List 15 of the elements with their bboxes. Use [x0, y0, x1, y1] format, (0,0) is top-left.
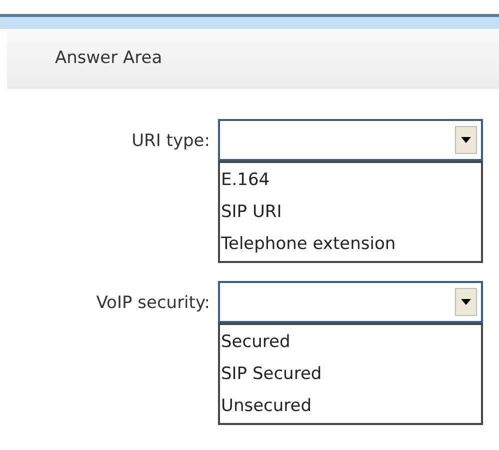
dropdown-button[interactable]	[455, 288, 477, 316]
dropdown-option[interactable]: Telephone extension	[220, 228, 477, 260]
header-title: Answer Area	[55, 47, 162, 70]
dropdown-button[interactable]	[455, 126, 477, 154]
field-label: VoIP security:	[96, 292, 210, 315]
caret-icon	[461, 299, 471, 305]
dropdown-field[interactable]	[218, 119, 483, 161]
dropdown-field[interactable]	[218, 281, 483, 323]
field-label: URI type:	[132, 130, 210, 153]
dropdown-option[interactable]: E.164	[220, 164, 477, 196]
caret-icon	[461, 137, 471, 143]
dropdown-option[interactable]: SIP Secured	[220, 358, 477, 390]
dropdown-option[interactable]: Unsecured	[220, 390, 477, 422]
dropdown-option[interactable]: SIP URI	[220, 196, 477, 228]
dropdown-option[interactable]: Secured	[220, 326, 477, 358]
